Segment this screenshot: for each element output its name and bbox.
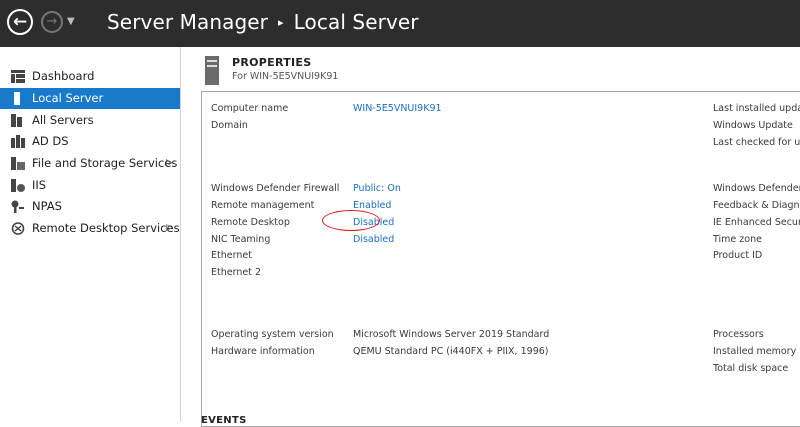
npas-icon bbox=[11, 200, 24, 213]
sidebar-item-all-servers[interactable]: All Servers bbox=[0, 110, 180, 131]
right-label-processors: Processors bbox=[713, 329, 764, 340]
prop-label-remote-desktop: Remote Desktop bbox=[211, 217, 290, 228]
iis-icon bbox=[11, 179, 25, 192]
prop-label-hardware: Hardware information bbox=[211, 346, 315, 357]
hardware-value: QEMU Standard PC (i440FX + PIIX, 1996) bbox=[353, 346, 549, 357]
sidebar-item-label: Dashboard bbox=[32, 69, 95, 83]
sidebar-item-label: Local Server bbox=[32, 91, 104, 105]
right-label-windows-update: Windows Update bbox=[713, 120, 793, 131]
chevron-right-icon[interactable]: ▷ bbox=[166, 153, 173, 174]
breadcrumb: Server Manager ▸ Local Server bbox=[107, 10, 419, 34]
chevron-right-icon[interactable]: ▷ bbox=[166, 218, 173, 239]
breadcrumb-separator: ▸ bbox=[278, 16, 284, 29]
properties-title: PROPERTIES bbox=[232, 56, 312, 69]
sidebar-item-label: IIS bbox=[32, 178, 47, 192]
prop-label-nic-teaming: NIC Teaming bbox=[211, 234, 271, 245]
right-label-last-checked: Last checked for upd bbox=[713, 137, 800, 148]
prop-label-domain: Domain bbox=[211, 120, 248, 131]
firewall-link[interactable]: Public: On bbox=[353, 183, 401, 194]
sidebar-item-dashboard[interactable]: Dashboard bbox=[0, 66, 180, 87]
remote-management-link[interactable]: Enabled bbox=[353, 200, 391, 211]
sidebar-item-iis[interactable]: IIS bbox=[0, 175, 180, 196]
right-label-last-installed-update: Last installed update bbox=[713, 103, 800, 114]
sidebar-item-remote-desktop[interactable]: Remote Desktop Services ▷ bbox=[0, 218, 180, 239]
sidebar-item-label: AD DS bbox=[32, 134, 69, 148]
prop-label-os-version: Operating system version bbox=[211, 329, 334, 340]
sidebar-item-npas[interactable]: NPAS bbox=[0, 196, 180, 217]
right-label-ie-enhanced-security: IE Enhanced Security bbox=[713, 217, 800, 228]
remote-desktop-icon bbox=[11, 222, 25, 235]
properties-subtitle: For WIN-5E5VNUI9K91 bbox=[232, 71, 339, 82]
right-label-feedback: Feedback & Diagnos bbox=[713, 200, 800, 211]
history-dropdown-icon[interactable]: ▼ bbox=[67, 16, 75, 27]
sidebar-item-label: All Servers bbox=[32, 113, 94, 127]
prop-label-firewall: Windows Defender Firewall bbox=[211, 183, 340, 194]
prop-label-ethernet: Ethernet bbox=[211, 250, 252, 261]
prop-label-computer-name: Computer name bbox=[211, 103, 289, 114]
main-content: PROPERTIES For WIN-5E5VNUI9K91 Computer … bbox=[181, 47, 800, 427]
prop-label-ethernet-2: Ethernet 2 bbox=[211, 267, 261, 278]
sidebar-item-label: NPAS bbox=[32, 199, 62, 213]
right-label-installed-memory: Installed memory (R bbox=[713, 346, 800, 357]
local-server-icon bbox=[14, 92, 20, 105]
breadcrumb-page: Local Server bbox=[293, 10, 419, 34]
sidebar: Dashboard Local Server All Servers AD DS… bbox=[0, 47, 181, 422]
right-label-total-disk-space: Total disk space bbox=[713, 363, 789, 374]
computer-name-link[interactable]: WIN-5E5VNUI9K91 bbox=[353, 103, 442, 114]
breadcrumb-app[interactable]: Server Manager bbox=[107, 10, 268, 34]
ad-ds-icon bbox=[11, 135, 25, 148]
properties-panel: Computer name WIN-5E5VNUI9K91 Domain Win… bbox=[201, 91, 800, 427]
all-servers-icon bbox=[11, 114, 22, 127]
server-icon bbox=[205, 56, 219, 85]
nic-teaming-link[interactable]: Disabled bbox=[353, 234, 394, 245]
forward-arrow-icon[interactable]: → bbox=[41, 11, 63, 33]
file-storage-icon bbox=[11, 157, 25, 170]
sidebar-item-label: File and Storage Services bbox=[32, 156, 178, 170]
prop-label-remote-management: Remote management bbox=[211, 200, 315, 211]
back-arrow-icon[interactable]: ← bbox=[7, 9, 33, 35]
right-label-time-zone: Time zone bbox=[713, 234, 762, 245]
right-label-windows-defender: Windows Defender bbox=[713, 183, 800, 194]
sidebar-item-label: Remote Desktop Services bbox=[32, 221, 180, 235]
dashboard-icon bbox=[11, 70, 25, 83]
events-title: EVENTS bbox=[201, 415, 247, 426]
sidebar-item-file-storage[interactable]: File and Storage Services ▷ bbox=[0, 153, 180, 174]
sidebar-item-local-server[interactable]: Local Server bbox=[0, 88, 180, 109]
highlight-annotation-circle bbox=[322, 210, 380, 231]
right-label-product-id: Product ID bbox=[713, 250, 763, 261]
os-version-value: Microsoft Windows Server 2019 Standard bbox=[353, 329, 550, 340]
sidebar-item-ad-ds[interactable]: AD DS bbox=[0, 131, 180, 152]
title-bar: ← → ▼ Server Manager ▸ Local Server bbox=[0, 0, 800, 47]
